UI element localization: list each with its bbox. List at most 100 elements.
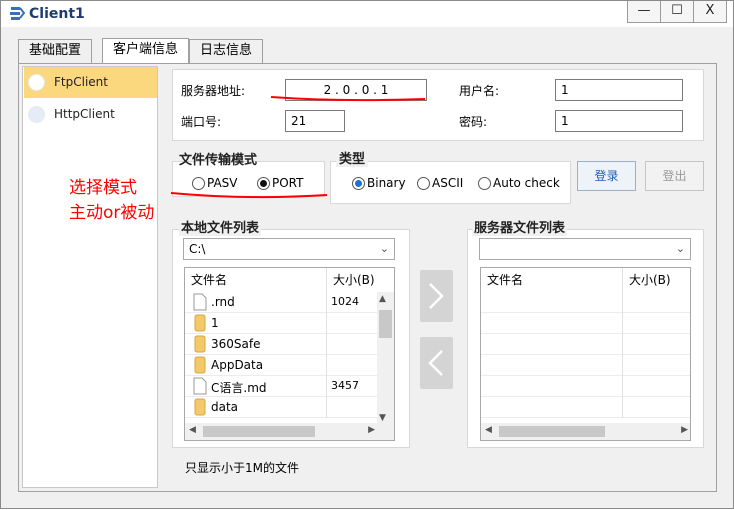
scroll-up-icon[interactable]: ▲ (379, 294, 386, 304)
server-file-title: 服务器文件列表 (472, 217, 568, 236)
upload-button[interactable] (420, 270, 453, 322)
annotation-line2: 主动or被动 (69, 203, 155, 223)
port-mode-label: PORT (272, 176, 304, 190)
username-label: 用户名: (459, 84, 500, 98)
httpclient-icon (28, 106, 45, 123)
folder-icon (194, 335, 206, 353)
empty-row (481, 313, 690, 334)
local-path-value: C:\ (189, 242, 206, 256)
type-title: 类型 (336, 148, 369, 167)
client-window: Client1 — ☐ X 基础配置 客户端信息 日志信息 FtpClient … (0, 0, 734, 509)
empty-row (481, 292, 690, 313)
sidebar-item-label: HttpClient (54, 107, 115, 121)
app-icon (10, 7, 26, 20)
server-address-field[interactable]: 2 . 0 . 0 . 1 (285, 79, 427, 101)
empty-row (481, 355, 690, 376)
scroll-down-icon[interactable]: ▼ (379, 413, 386, 423)
auto-check-radio[interactable] (478, 177, 491, 190)
vertical-scrollbar[interactable]: ▲ ▼ (377, 292, 394, 425)
column-divider (326, 355, 327, 376)
sidebar-item-ftpclient[interactable]: FtpClient (24, 67, 157, 98)
logout-button[interactable]: 登出 (645, 161, 704, 191)
horizontal-scrollbar[interactable]: ◀ ▶ (481, 423, 690, 440)
scroll-thumb[interactable] (379, 310, 392, 338)
empty-row (481, 334, 690, 355)
sidebar-item-httpclient[interactable]: HttpClient (24, 99, 157, 130)
column-divider (326, 334, 327, 355)
chevron-down-icon: ⌄ (379, 242, 389, 255)
sidebar-item-label: FtpClient (54, 75, 108, 89)
scroll-left-icon[interactable]: ◀ (189, 425, 196, 435)
username-field[interactable]: 1 (555, 79, 683, 101)
ascii-label: ASCII (432, 176, 464, 190)
local-path-select[interactable]: C:\ ⌄ (183, 238, 395, 260)
download-button[interactable] (420, 337, 453, 389)
list-item[interactable]: data (185, 397, 379, 418)
local-file-list[interactable]: 文件名 大小(B) .rnd 1024 1 360Safe AppData C语… (184, 267, 395, 441)
file-size: 1024 (331, 295, 359, 308)
server-address-label: 服务器地址: (181, 84, 246, 98)
pasv-radio[interactable] (192, 177, 205, 190)
binary-radio[interactable] (352, 177, 365, 190)
local-file-title: 本地文件列表 (179, 217, 262, 236)
column-divider (326, 376, 327, 397)
column-divider (326, 313, 327, 334)
file-name: C语言.md (211, 381, 267, 395)
title-bar: Client1 — ☐ X (1, 1, 733, 27)
column-header-name[interactable]: 文件名 (481, 268, 623, 292)
port-field[interactable]: 21 (285, 110, 345, 132)
folder-icon (194, 356, 206, 374)
scroll-left-icon[interactable]: ◀ (485, 425, 492, 435)
ftpclient-icon (28, 74, 45, 91)
list-item[interactable]: 360Safe (185, 334, 379, 355)
login-button[interactable]: 登录 (577, 161, 636, 191)
scroll-thumb-horizontal[interactable] (499, 426, 605, 437)
empty-row (481, 376, 690, 397)
file-name: .rnd (211, 295, 235, 309)
tab-log-info[interactable]: 日志信息 (189, 39, 264, 63)
file-icon (193, 293, 207, 311)
scroll-corner (377, 423, 394, 440)
file-size-limit-note: 只显示小于1M的文件 (185, 461, 299, 475)
list-item[interactable]: C语言.md 3457 (185, 376, 379, 397)
scroll-right-icon[interactable]: ▶ (681, 425, 688, 435)
server-file-list[interactable]: 文件名 大小(B) ◀ ▶ (480, 267, 691, 441)
column-header-size[interactable]: 大小(B) (623, 268, 690, 292)
auto-check-label: Auto check (493, 176, 560, 190)
horizontal-scrollbar[interactable]: ◀ ▶ (185, 423, 379, 440)
tab-client-info[interactable]: 客户端信息 (102, 38, 190, 64)
window-title: Client1 (29, 6, 85, 22)
ascii-radio[interactable] (417, 177, 430, 190)
column-header-name[interactable]: 文件名 (185, 268, 327, 292)
column-divider (326, 397, 327, 418)
scroll-thumb-horizontal[interactable] (203, 426, 315, 437)
binary-label: Binary (367, 176, 406, 190)
file-name: AppData (211, 358, 264, 372)
tab-basic-config[interactable]: 基础配置 (18, 39, 93, 63)
file-name: 360Safe (211, 337, 261, 351)
list-item[interactable]: 1 (185, 313, 379, 334)
transfer-mode-title: 文件传输模式 (179, 153, 258, 168)
file-icon (193, 377, 207, 395)
file-size: 3457 (331, 379, 359, 392)
empty-row (481, 397, 690, 418)
list-item[interactable]: .rnd 1024 (185, 292, 379, 313)
password-field[interactable]: 1 (555, 110, 683, 132)
column-divider (326, 292, 327, 313)
scroll-right-icon[interactable]: ▶ (368, 425, 375, 435)
server-path-select[interactable]: ⌄ (479, 238, 691, 260)
port-label: 端口号: (181, 115, 222, 129)
close-button[interactable]: X (693, 1, 727, 23)
list-item[interactable]: AppData (185, 355, 379, 376)
file-name: data (211, 400, 239, 414)
chevron-right-icon (429, 283, 444, 309)
column-header-size[interactable]: 大小(B) (327, 268, 379, 292)
folder-icon (194, 398, 206, 416)
folder-icon (194, 314, 206, 332)
chevron-down-icon: ⌄ (675, 242, 685, 255)
maximize-button[interactable]: ☐ (660, 1, 694, 23)
port-radio[interactable] (257, 177, 270, 190)
chevron-left-icon (428, 350, 443, 376)
password-label: 密码: (459, 115, 488, 129)
minimize-button[interactable]: — (627, 1, 661, 23)
